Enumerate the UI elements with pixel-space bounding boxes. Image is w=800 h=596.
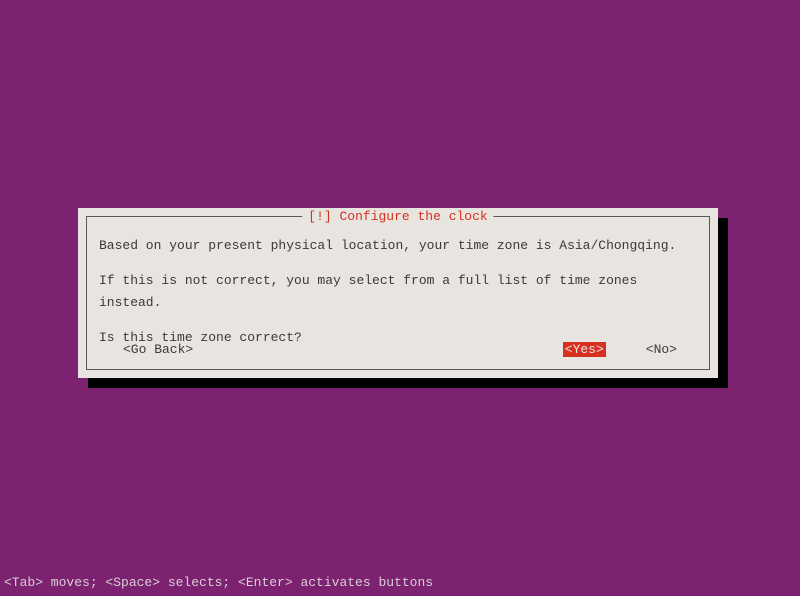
dialog-frame: [!] Configure the clock Based on your pr… [86,216,710,370]
no-button[interactable]: <No> [646,342,677,357]
message-line-1: Based on your present physical location,… [99,235,697,257]
dialog-box: [!] Configure the clock Based on your pr… [78,208,718,378]
dialog-button-row: <Go Back> <Yes> <No> [99,342,697,357]
go-back-button[interactable]: <Go Back> [123,342,193,357]
help-bar: <Tab> moves; <Space> selects; <Enter> ac… [4,575,433,590]
message-line-2: If this is not correct, you may select f… [99,270,697,314]
yes-button[interactable]: <Yes> [563,342,606,357]
dialog-title: [!] Configure the clock [302,209,493,224]
dialog-body: Based on your present physical location,… [99,235,697,349]
